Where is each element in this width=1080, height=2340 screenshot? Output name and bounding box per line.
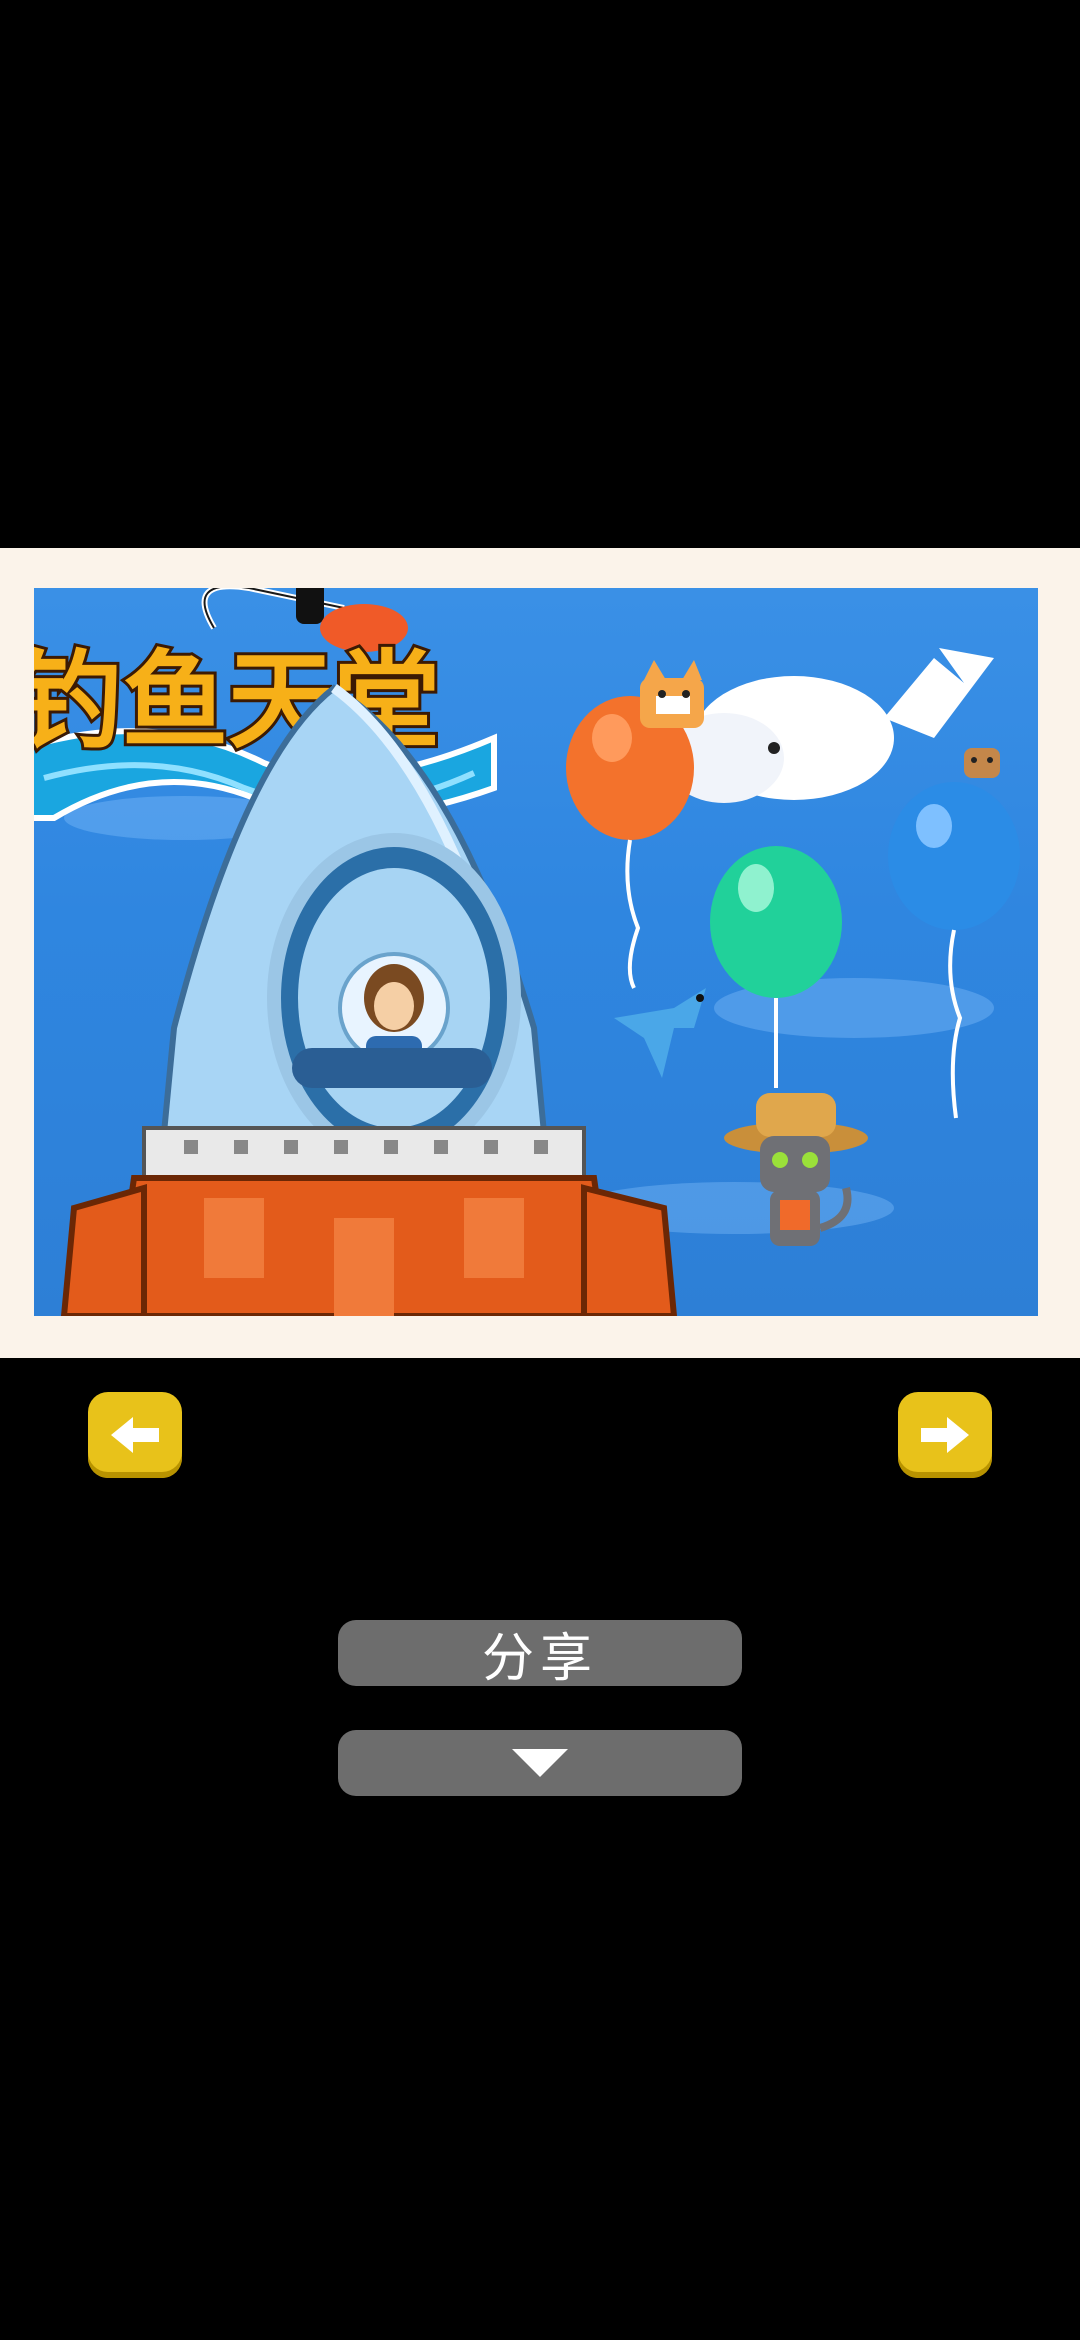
collapse-button[interactable] — [338, 1730, 742, 1796]
whale-cloud — [664, 648, 994, 803]
previous-button[interactable] — [88, 1392, 182, 1478]
blue-balloon — [888, 748, 1020, 1119]
game-artwork: 钓鱼天堂 — [34, 588, 1038, 1316]
share-button-label: 分享 — [481, 1628, 598, 1689]
artwork-frame: 钓鱼天堂 — [0, 548, 1080, 1358]
arrow-right-icon — [921, 1417, 969, 1453]
share-button[interactable]: 分享 — [338, 1620, 742, 1689]
arrow-left-icon — [111, 1417, 159, 1453]
triangle-down-icon — [512, 1749, 568, 1777]
next-button[interactable] — [898, 1392, 992, 1478]
orange-balloon — [566, 660, 704, 989]
blue-bird — [614, 988, 706, 1078]
